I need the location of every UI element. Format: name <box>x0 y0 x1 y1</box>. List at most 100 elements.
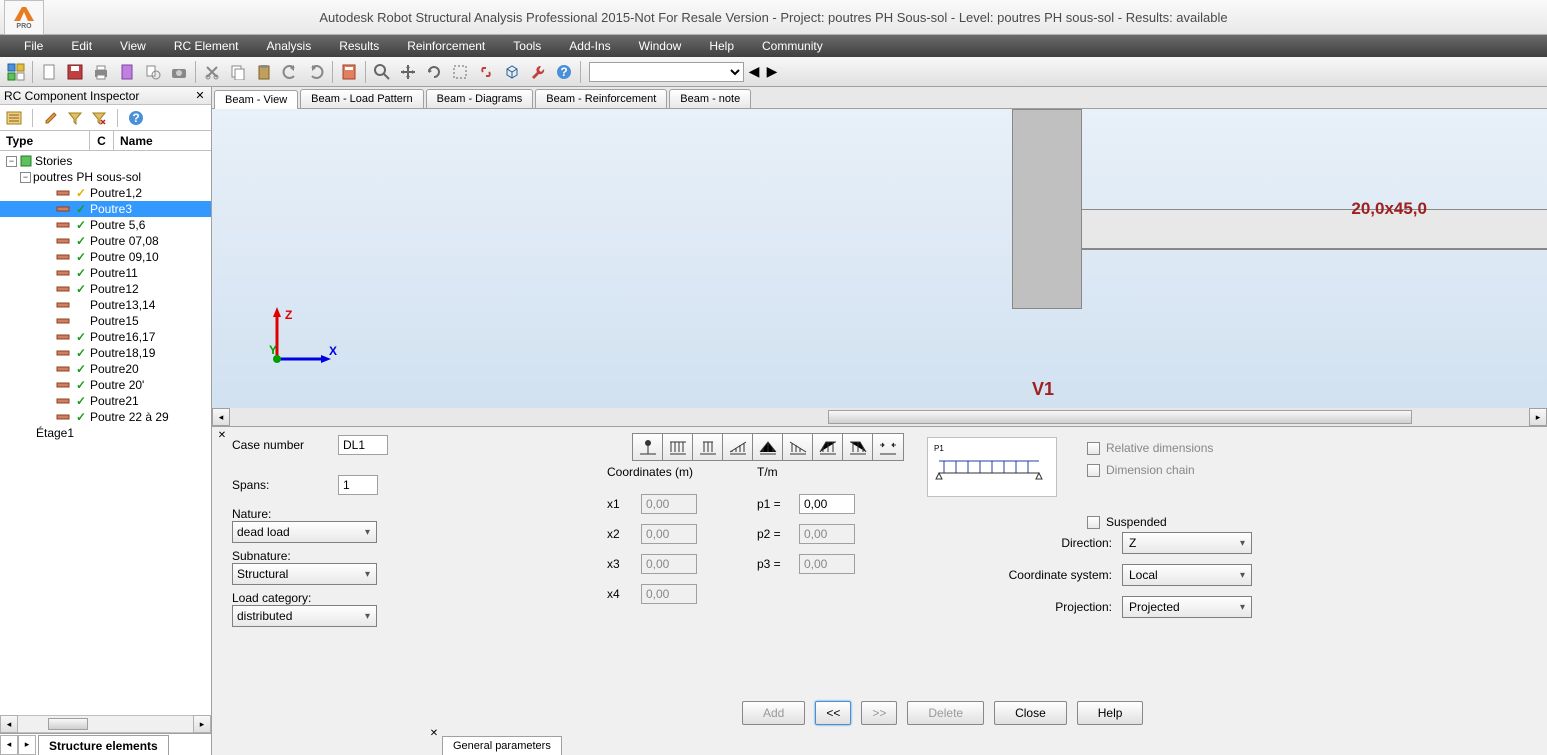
inspector-tree[interactable]: − Stories − poutres PH sous-sol ✓Poutre1… <box>0 151 211 715</box>
help-button[interactable]: Help <box>1077 701 1144 725</box>
beam-viewport[interactable]: 20,0x45,0 V1 Z X Y ◂ ▸ <box>212 109 1547 427</box>
menu-analysis[interactable]: Analysis <box>253 35 326 57</box>
tree-item[interactable]: Poutre13,14 <box>0 297 211 313</box>
tab-beam-diagrams[interactable]: Beam - Diagrams <box>426 89 534 108</box>
menu-view[interactable]: View <box>106 35 160 57</box>
nature-select[interactable]: dead load <box>232 521 377 543</box>
tb-help-icon[interactable]: ? <box>552 60 576 84</box>
menu-rc-element[interactable]: RC Element <box>160 35 253 57</box>
tab-scroll-right-icon[interactable]: ▸ <box>18 735 36 755</box>
nav-next-icon[interactable]: ▶ <box>764 60 780 84</box>
tree-item[interactable]: ✓Poutre12 <box>0 281 211 297</box>
tab-beam-load-pattern[interactable]: Beam - Load Pattern <box>300 89 424 108</box>
tb-window-icon[interactable] <box>448 60 472 84</box>
menu-help[interactable]: Help <box>695 35 748 57</box>
tree-item[interactable]: ✓Poutre20 <box>0 361 211 377</box>
tb-calc-icon[interactable] <box>337 60 361 84</box>
close-button[interactable]: Close <box>994 701 1067 725</box>
load-uniform-icon[interactable] <box>663 434 693 460</box>
gen-params-close-icon[interactable]: ✕ <box>428 723 440 743</box>
load-triangular-right-icon[interactable] <box>783 434 813 460</box>
projection-select[interactable]: Projected <box>1122 596 1252 618</box>
menu-file[interactable]: File <box>10 35 57 57</box>
tb-print-icon[interactable] <box>89 60 113 84</box>
coord-system-select[interactable]: Local <box>1122 564 1252 586</box>
tree-item[interactable]: ✓Poutre18,19 <box>0 345 211 361</box>
tb-save-icon[interactable] <box>63 60 87 84</box>
structure-elements-tab[interactable]: Structure elements <box>38 735 169 755</box>
tree-item[interactable]: ✓Poutre1,2 <box>0 185 211 201</box>
inspector-filter-x-icon[interactable] <box>89 108 109 128</box>
menu-community[interactable]: Community <box>748 35 837 57</box>
load-triangular-left-icon[interactable] <box>723 434 753 460</box>
inspector-filter-icon[interactable] <box>65 108 85 128</box>
direction-select[interactable]: Z <box>1122 532 1252 554</box>
tb-copy-icon[interactable] <box>226 60 250 84</box>
load-triangular-center-icon[interactable] <box>753 434 783 460</box>
tb-page-icon[interactable] <box>115 60 139 84</box>
tb-wrench-icon[interactable] <box>526 60 550 84</box>
tab-beam-note[interactable]: Beam - note <box>669 89 751 108</box>
load-trapezoidal-right-icon[interactable] <box>843 434 873 460</box>
tab-scroll-left-icon[interactable]: ◂ <box>0 735 18 755</box>
tree-item[interactable]: ✓Poutre 22 à 29 <box>0 409 211 425</box>
tb-print-preview-icon[interactable] <box>141 60 165 84</box>
tree-level[interactable]: − poutres PH sous-sol <box>0 169 211 185</box>
menu-addins[interactable]: Add-Ins <box>555 35 624 57</box>
load-axial-icon[interactable] <box>873 434 903 460</box>
tb-link-icon[interactable] <box>474 60 498 84</box>
tree-item[interactable]: ✓Poutre21 <box>0 393 211 409</box>
general-parameters-tab[interactable]: General parameters <box>442 736 562 755</box>
add-button[interactable]: Add <box>742 701 805 725</box>
tb-paste-icon[interactable] <box>252 60 276 84</box>
tree-etage[interactable]: Étage1 <box>0 425 211 441</box>
delete-button[interactable]: Delete <box>907 701 984 725</box>
panel-close-icon[interactable]: ✕ <box>216 429 228 441</box>
tree-item[interactable]: ✓Poutre 20' <box>0 377 211 393</box>
load-point-icon[interactable] <box>633 434 663 460</box>
inspector-help-icon[interactable]: ? <box>126 108 146 128</box>
menu-tools[interactable]: Tools <box>499 35 555 57</box>
tb-zoom-icon[interactable] <box>370 60 394 84</box>
toolbar-combo[interactable] <box>589 62 744 82</box>
menu-results[interactable]: Results <box>325 35 393 57</box>
tab-beam-view[interactable]: Beam - View <box>214 90 298 109</box>
tb-3d-icon[interactable] <box>500 60 524 84</box>
tree-item[interactable]: ✓Poutre 09,10 <box>0 249 211 265</box>
tb-undo-icon[interactable] <box>278 60 302 84</box>
nav-prev-icon[interactable]: ◀ <box>746 60 762 84</box>
tree-collapse-icon[interactable]: − <box>6 156 17 167</box>
tree-collapse-icon[interactable]: − <box>20 172 31 183</box>
p1-input[interactable] <box>799 494 855 514</box>
tab-beam-reinforcement[interactable]: Beam - Reinforcement <box>535 89 667 108</box>
tree-item[interactable]: ✓Poutre11 <box>0 265 211 281</box>
menu-reinforcement[interactable]: Reinforcement <box>393 35 499 57</box>
menu-edit[interactable]: Edit <box>57 35 106 57</box>
prev-button[interactable]: << <box>815 701 851 725</box>
inspector-close-icon[interactable]: ✕ <box>193 89 207 103</box>
tb-rotate-icon[interactable] <box>422 60 446 84</box>
tree-item[interactable]: ✓Poutre3 <box>0 201 211 217</box>
tree-item[interactable]: ✓Poutre 5,6 <box>0 217 211 233</box>
inspector-list-icon[interactable] <box>4 108 24 128</box>
tree-item[interactable]: ✓Poutre16,17 <box>0 329 211 345</box>
tb-layout-icon[interactable] <box>4 60 28 84</box>
tree-item[interactable]: ✓Poutre 07,08 <box>0 233 211 249</box>
tb-cut-icon[interactable] <box>200 60 224 84</box>
tree-item[interactable]: Poutre15 <box>0 313 211 329</box>
tb-new-icon[interactable] <box>37 60 61 84</box>
load-partial-icon[interactable] <box>693 434 723 460</box>
load-trapezoidal-left-icon[interactable] <box>813 434 843 460</box>
menu-window[interactable]: Window <box>625 35 696 57</box>
tb-redo-icon[interactable] <box>304 60 328 84</box>
inspector-hscroll[interactable]: ◂ ▸ <box>0 715 211 733</box>
case-number-input[interactable] <box>338 435 388 455</box>
tb-pan-icon[interactable] <box>396 60 420 84</box>
load-category-select[interactable]: distributed <box>232 605 377 627</box>
next-button[interactable]: >> <box>861 701 897 725</box>
viewport-hscroll[interactable]: ◂ ▸ <box>212 408 1547 426</box>
inspector-edit-icon[interactable] <box>41 108 61 128</box>
spans-input[interactable] <box>338 475 378 495</box>
tree-root[interactable]: − Stories <box>0 153 211 169</box>
subnature-select[interactable]: Structural <box>232 563 377 585</box>
